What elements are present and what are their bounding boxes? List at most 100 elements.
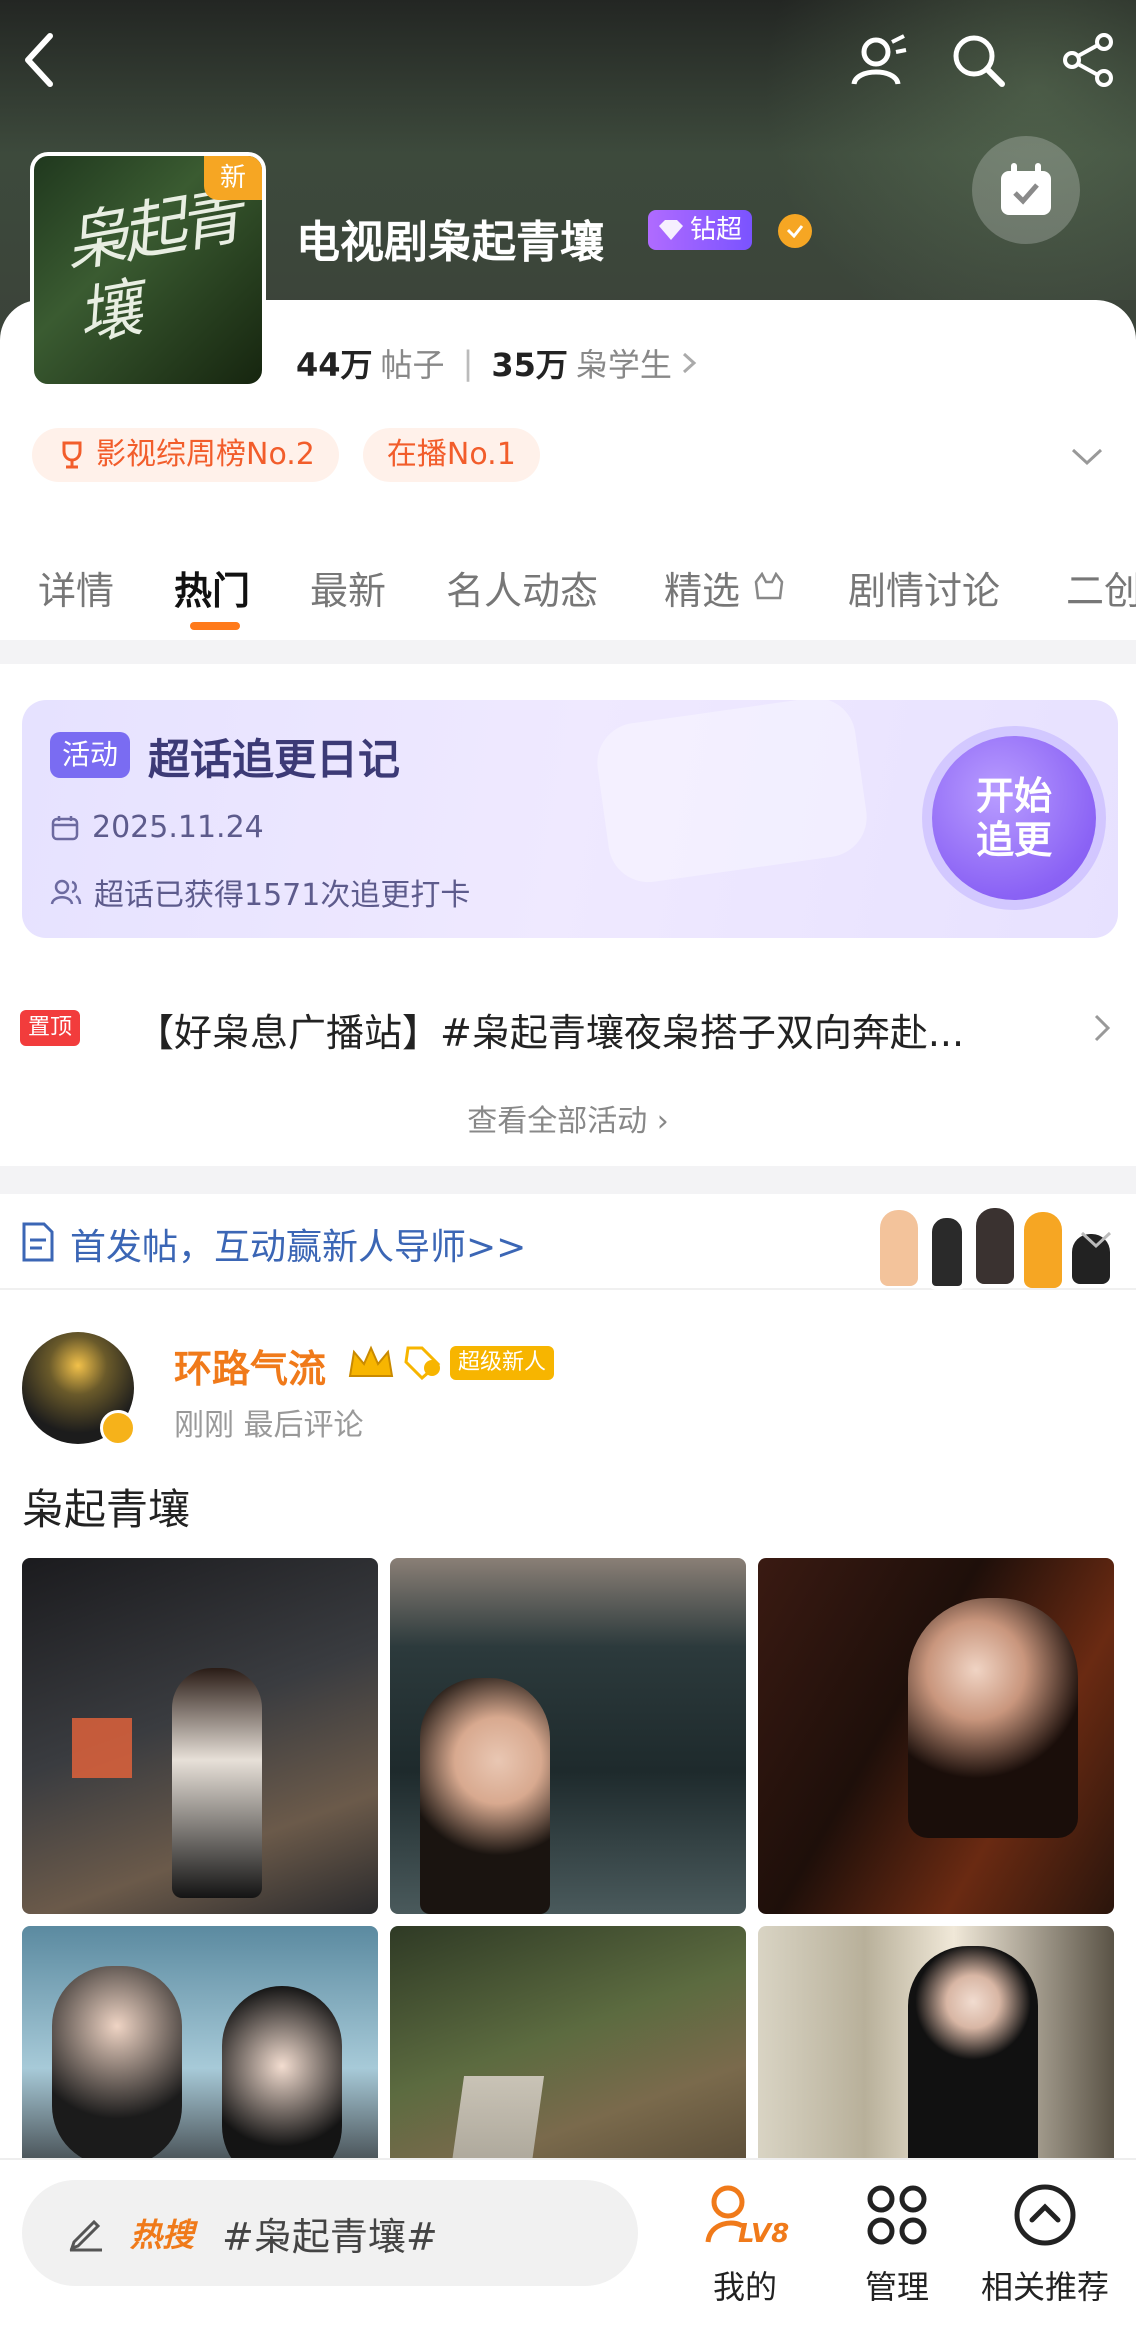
paw-icon bbox=[880, 1210, 918, 1286]
pinned-arrow bbox=[1082, 1008, 1122, 1048]
post-time: 刚刚 最后评论 bbox=[174, 1408, 364, 1443]
rank-pill-weekly[interactable]: 影视综周榜No.2 bbox=[32, 428, 339, 482]
cover-title: 枭起青壤 bbox=[58, 179, 243, 356]
stats-row[interactable]: 44万 帖子 | 35万 枭学生 bbox=[296, 340, 698, 386]
post-username[interactable]: 环路气流 bbox=[174, 1338, 326, 1393]
chevron-right-icon bbox=[682, 352, 697, 374]
figure-shape bbox=[222, 1986, 342, 2186]
tab-hot[interactable]: 热门 bbox=[174, 560, 250, 615]
tab-featured-label: 精选 bbox=[664, 569, 741, 613]
search-button[interactable] bbox=[938, 20, 1018, 100]
trophy-icon bbox=[62, 441, 82, 469]
rank-pill-label: 影视综周榜No.2 bbox=[96, 437, 315, 472]
hot-search-bar[interactable]: 热搜 #枭起青壤# bbox=[22, 2180, 638, 2286]
rank-pill-label: 在播No.1 bbox=[386, 437, 516, 472]
figure-shape bbox=[908, 1598, 1078, 1838]
expand-button[interactable] bbox=[1062, 432, 1112, 482]
post-image[interactable] bbox=[390, 1558, 746, 1914]
chevron-down-icon bbox=[1071, 448, 1103, 466]
activity-card[interactable]: 活动 超话追更日记 2025.11.24 超话已获得1571次追更打卡 开始 追… bbox=[22, 700, 1118, 938]
see-all-activities-link[interactable]: 查看全部活动 › bbox=[0, 1096, 1136, 1140]
active-tab-indicator bbox=[190, 622, 240, 630]
hot-keyword: #枭起青壤# bbox=[222, 2215, 438, 2259]
avatar[interactable] bbox=[22, 1332, 136, 1446]
users-icon bbox=[50, 879, 82, 905]
nav-manage-label: 管理 bbox=[864, 2268, 929, 2306]
people-icon bbox=[851, 34, 907, 85]
activity-section: 活动 超话追更日记 2025.11.24 超话已获得1571次追更打卡 开始 追… bbox=[0, 664, 1136, 1166]
badge-label: 钻超 bbox=[690, 215, 743, 245]
diamond-icon bbox=[659, 220, 683, 240]
cat-paw-icon bbox=[754, 571, 784, 600]
nav-related-label: 相关推荐 bbox=[980, 2268, 1109, 2306]
rank-pills: 影视综周榜No.2 在播No.1 bbox=[32, 428, 540, 482]
newbie-banner[interactable]: 首发帖，互动赢新人导师>> bbox=[0, 1194, 1136, 1290]
fans-label: 枭学生 bbox=[575, 346, 672, 384]
start-follow-button[interactable]: 开始 追更 bbox=[932, 736, 1096, 900]
activity-date: 2025.11.24 bbox=[92, 810, 264, 845]
tab-celebrity[interactable]: 名人动态 bbox=[446, 560, 598, 615]
activity-title: 超话追更日记 bbox=[148, 735, 401, 784]
post-image[interactable] bbox=[22, 1558, 378, 1914]
tab-featured[interactable]: 精选 bbox=[664, 560, 786, 615]
document-icon bbox=[22, 1222, 54, 1262]
chevron-down-icon bbox=[1080, 1231, 1112, 1249]
check-icon bbox=[786, 225, 804, 238]
post-image[interactable] bbox=[758, 1558, 1114, 1914]
checkin-button[interactable] bbox=[972, 136, 1080, 244]
pinned-text: 【好枭息广播站】#枭起青壤夜枭搭子双向奔赴... bbox=[136, 1011, 965, 1055]
calendar-check-icon bbox=[1001, 163, 1051, 215]
level-badge-icon bbox=[404, 1346, 441, 1380]
back-arrow-icon bbox=[25, 33, 53, 87]
start-button-line2: 追更 bbox=[975, 818, 1052, 862]
posts-label: 帖子 bbox=[380, 346, 445, 384]
calendar-icon bbox=[51, 815, 79, 840]
activity-count: 超话已获得1571次追更打卡 bbox=[94, 878, 471, 913]
back-button[interactable] bbox=[0, 20, 80, 100]
share-button[interactable] bbox=[1048, 20, 1128, 100]
candle-shape bbox=[72, 1718, 132, 1778]
posts-count: 44万 bbox=[296, 346, 373, 384]
search-icon bbox=[953, 35, 1005, 87]
activity-date-row: 2025.11.24 bbox=[50, 810, 264, 845]
tab-plot-discussion[interactable]: 剧情讨论 bbox=[848, 560, 1000, 615]
chevron-right-icon bbox=[1094, 1014, 1111, 1042]
paw-icon bbox=[928, 1214, 966, 1290]
figure-shape bbox=[172, 1668, 262, 1898]
activity-count-row: 超话已获得1571次追更打卡 bbox=[50, 870, 470, 914]
tab-latest[interactable]: 最新 bbox=[310, 560, 386, 615]
newbie-banner-text: 首发帖，互动赢新人导师>> bbox=[70, 1227, 527, 1268]
super-newbie-badge: 超级新人 bbox=[450, 1346, 555, 1380]
pinned-post[interactable]: 置顶 【好枭息广播站】#枭起青壤夜枭搭子双向奔赴... bbox=[0, 998, 1136, 1058]
crown-icon bbox=[348, 1345, 394, 1377]
tab-fan-creation[interactable]: 二创 bbox=[1066, 560, 1136, 615]
hot-label: 热搜 bbox=[130, 2216, 195, 2254]
lv8-icon: LV8 bbox=[700, 2180, 790, 2254]
diamond-badge[interactable]: 钻超 bbox=[648, 210, 753, 250]
activity-tag: 活动 bbox=[50, 732, 131, 778]
level-text: LV8 bbox=[738, 2219, 789, 2249]
verified-badge bbox=[778, 214, 812, 248]
paw-icon bbox=[976, 1208, 1014, 1284]
rank-pill-airing[interactable]: 在播No.1 bbox=[362, 428, 540, 482]
grid-icon bbox=[862, 2180, 932, 2254]
new-tag: 新 bbox=[204, 156, 262, 200]
tab-bar: 详情 热门 最新 名人动态 精选 剧情讨论 二创 bbox=[0, 540, 1136, 640]
newbie-expand-button[interactable] bbox=[1076, 1220, 1116, 1260]
page-title: 电视剧枭起青壤 bbox=[296, 217, 604, 268]
tab-details[interactable]: 详情 bbox=[38, 560, 114, 615]
start-button-line1: 开始 bbox=[975, 774, 1052, 818]
paw-icon bbox=[1024, 1212, 1062, 1288]
top-bar bbox=[0, 20, 1136, 100]
stats-divider: | bbox=[462, 344, 474, 382]
nav-mine-label: 我的 bbox=[712, 2268, 777, 2306]
supertopic-cover[interactable]: 枭起青壤 新 bbox=[30, 152, 266, 388]
bottom-bar: 热搜 #枭起青壤# LV8 我的 管理 相关推荐 bbox=[0, 2158, 1136, 2328]
members-button[interactable] bbox=[840, 20, 920, 100]
figure-shape bbox=[52, 1966, 182, 2166]
post-card[interactable]: 环路气流 超级新人 刚刚 最后评论 枭起青壤 bbox=[0, 1290, 1136, 2282]
verified-badge bbox=[100, 1410, 136, 1446]
fans-count: 35万 bbox=[491, 346, 568, 384]
post-text: 枭起青壤 bbox=[22, 1485, 191, 1534]
pen-icon bbox=[69, 2219, 102, 2252]
